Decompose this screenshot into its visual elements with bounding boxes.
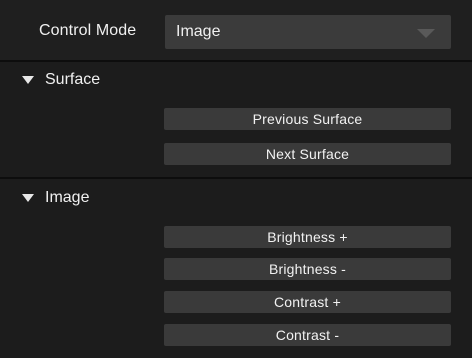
next-surface-button[interactable]: Next Surface	[164, 143, 451, 165]
control-panel: Control Mode Image Surface Previous Surf…	[0, 0, 472, 358]
disclosure-triangle-icon	[22, 194, 34, 202]
control-mode-row: Control Mode Image	[0, 0, 472, 60]
divider	[0, 60, 472, 62]
disclosure-triangle-icon	[22, 76, 34, 84]
control-mode-select[interactable]: Image	[165, 15, 451, 49]
chevron-down-icon	[417, 29, 435, 38]
surface-section-header[interactable]: Surface	[0, 67, 472, 95]
brightness-up-button[interactable]: Brightness +	[164, 226, 451, 248]
brightness-down-button[interactable]: Brightness -	[164, 258, 451, 280]
control-mode-value: Image	[176, 23, 221, 40]
image-section-title: Image	[45, 189, 90, 206]
previous-surface-button[interactable]: Previous Surface	[164, 108, 451, 130]
image-section-header[interactable]: Image	[0, 185, 472, 213]
control-mode-label: Control Mode	[39, 22, 137, 39]
contrast-down-button[interactable]: Contrast -	[164, 324, 451, 346]
contrast-up-button[interactable]: Contrast +	[164, 291, 451, 313]
divider	[0, 177, 472, 179]
surface-section-title: Surface	[45, 71, 101, 88]
